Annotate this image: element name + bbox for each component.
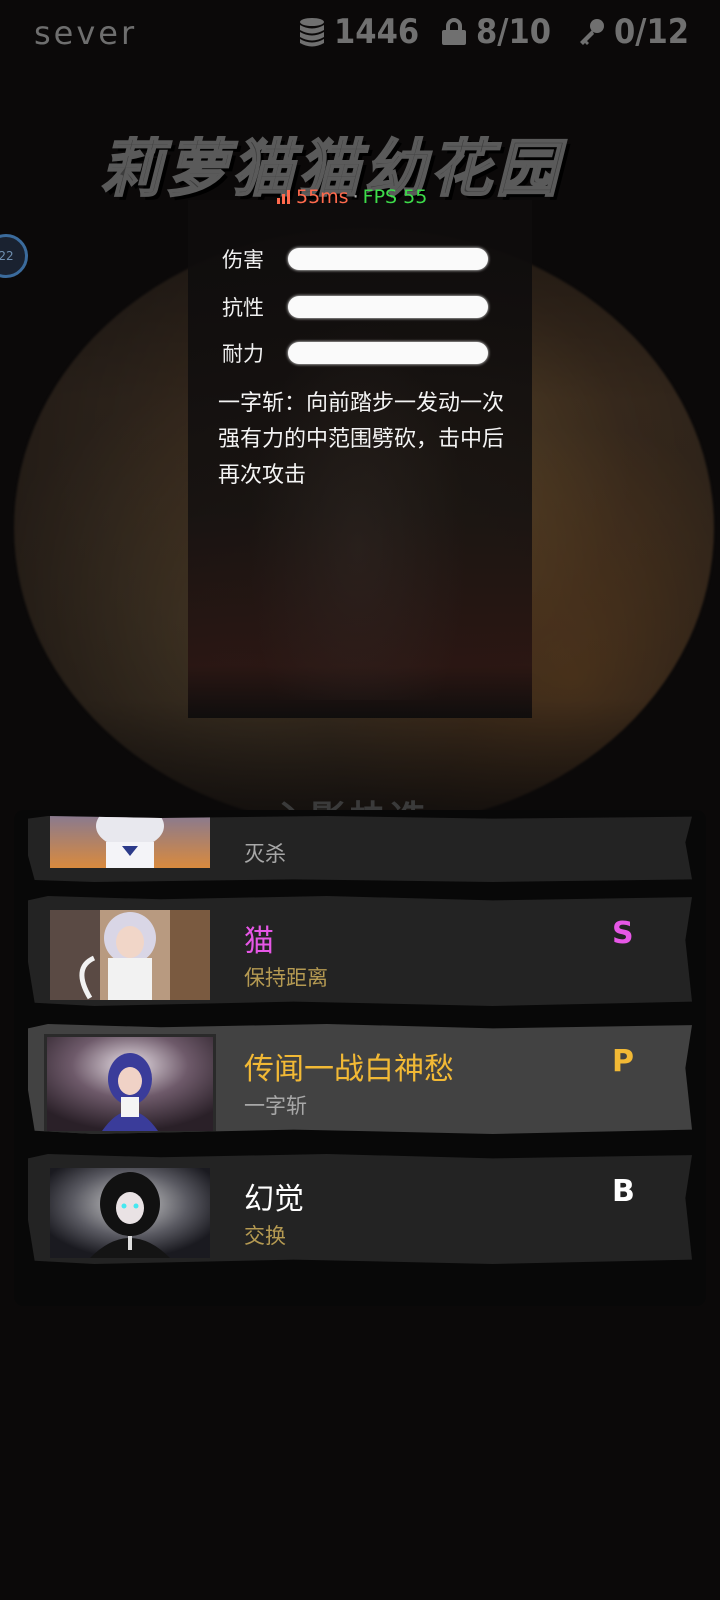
key-value: 0/12	[614, 12, 690, 52]
character-portrait	[50, 816, 210, 868]
stat-bar-redacted	[288, 342, 488, 364]
coins-counter: 1446	[298, 12, 419, 52]
stat-label: 耐力	[222, 342, 264, 366]
character-portrait	[44, 1034, 216, 1134]
character-card[interactable]: 猫 保持距离 S	[28, 896, 692, 1006]
character-rank: S	[612, 916, 634, 951]
stat-row-resistance: 抗性	[222, 292, 488, 322]
key-counter: 0/12	[578, 12, 689, 52]
lock-icon	[442, 18, 466, 45]
character-skill: 一字斩	[244, 1094, 307, 1118]
character-rank: P	[612, 1044, 634, 1079]
server-name: sever	[34, 14, 138, 52]
ping-value: 55ms	[296, 186, 349, 208]
character-card-selected[interactable]: 传闻一战白神愁 一字斩 P	[28, 1024, 692, 1134]
character-info-panel: 伤害 抗性 耐力 一字斩：向前踏步一发动一次强有力的中范围劈砍，击中后再次攻击	[188, 200, 532, 718]
character-portrait	[50, 1168, 210, 1258]
character-skill: 交换	[244, 1224, 286, 1248]
character-skill: 灭杀	[244, 842, 286, 866]
network-status: 55ms · FPS 55	[276, 186, 427, 208]
character-list[interactable]: 灭杀 猫 保持距离 S 传闻一战白神愁 一字斩 P 幻觉 交换 B	[14, 810, 706, 1306]
character-skill: 保持距离	[244, 966, 328, 990]
stat-bar-redacted	[288, 296, 488, 318]
coins-value: 1446	[334, 12, 420, 52]
stat-row-endurance: 耐力	[222, 338, 488, 368]
lock-value: 8/10	[476, 12, 552, 52]
lock-counter: 8/10	[440, 12, 551, 52]
character-rank: B	[612, 1174, 635, 1209]
coin-stack-icon	[300, 18, 324, 47]
character-portrait	[50, 910, 210, 1000]
character-silhouette	[248, 320, 468, 700]
stat-row-damage: 伤害	[222, 244, 488, 274]
stat-bar-redacted	[288, 248, 488, 270]
stat-label: 抗性	[222, 296, 264, 320]
character-name: 幻觉	[244, 1182, 304, 1217]
character-name: 传闻一战白神愁	[244, 1052, 454, 1087]
signal-icon	[277, 190, 290, 204]
fps-value: FPS 55	[362, 186, 428, 208]
separator: ·	[352, 186, 359, 208]
character-card[interactable]: 幻觉 交换 B	[28, 1154, 692, 1264]
key-icon	[580, 19, 604, 45]
character-card[interactable]: 灭杀	[28, 816, 692, 882]
top-bar: sever 1446 8/10 0/12	[0, 0, 720, 70]
character-name: 猫	[244, 924, 274, 959]
stat-label: 伤害	[222, 248, 264, 272]
skill-description: 一字斩：向前踏步一发动一次强有力的中范围劈砍，击中后再次攻击	[218, 391, 505, 488]
